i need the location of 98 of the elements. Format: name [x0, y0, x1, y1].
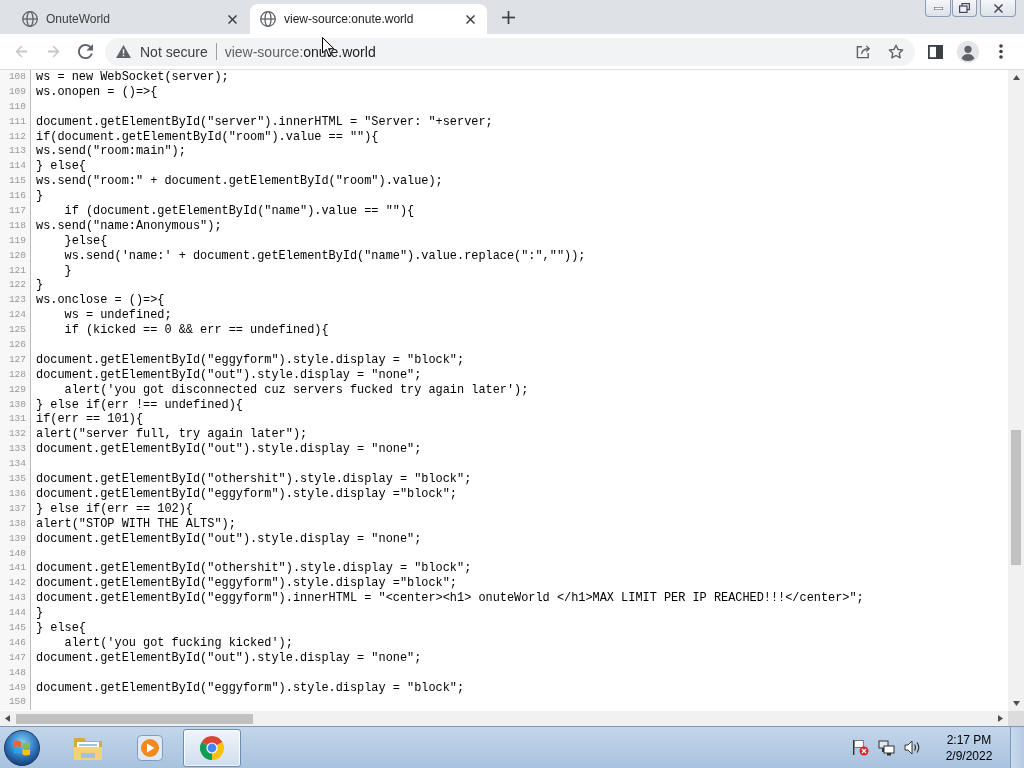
close-icon: [993, 3, 1003, 13]
right-arrow-icon: [998, 715, 1003, 722]
globe-icon: [22, 11, 38, 27]
line-number: 117: [0, 204, 31, 219]
code-line: document.getElementById("othershit").style.display = "block";: [35, 472, 472, 487]
star-icon: [888, 43, 904, 60]
code-line: if (document.getElementById("name").value == ""){: [63, 204, 415, 219]
code-line: }: [63, 263, 72, 279]
code-line: alert('you got fucking kicked');: [63, 635, 293, 651]
code-line: ws.send('name:' + document.getElementById("name").value.replace(":",""));: [63, 248, 586, 264]
code-line: document.getElementById("out").style.display = "none";: [35, 650, 422, 666]
browser-logo-icon: [198, 733, 226, 762]
code-line: ws.send("room:main");: [35, 144, 186, 160]
forward-arrow-icon: [45, 44, 61, 59]
line-number: 143: [0, 591, 31, 607]
share-icon: [855, 44, 871, 59]
start-button[interactable]: [2, 727, 42, 768]
network-icon: [877, 739, 895, 756]
play-icon: [137, 734, 163, 761]
tab[interactable]: OnuteWorld: [12, 4, 249, 34]
code-line: if (kicked == 0 && err == undefined){: [63, 323, 329, 339]
scrollbar-thumb[interactable]: [1011, 430, 1021, 565]
code-line: ws.send("room:" + document.getElementById("room").value);: [35, 174, 443, 190]
reload-icon: [77, 44, 93, 59]
scrollbar-corner: [1008, 711, 1024, 726]
up-arrow-icon: [1012, 75, 1020, 80]
code-line: }: [35, 606, 44, 621]
code-line: document.getElementById("eggyform").style.display = "block";: [35, 352, 465, 368]
close-icon: [465, 14, 475, 24]
left-arrow-icon: [5, 715, 10, 722]
code-line: document.getElementById("eggyform").style.display ="block";: [35, 576, 457, 592]
side-panel-icon: [927, 44, 943, 59]
restore-button[interactable]: [952, 0, 977, 17]
line-number: 125: [0, 323, 31, 339]
line-number: 141: [0, 561, 31, 577]
code-line: alert("server full, try again later");: [35, 427, 308, 443]
code-line: document.getElementById("othershit").style.display = "block";: [35, 561, 472, 577]
vertical-scrollbar[interactable]: [1008, 70, 1024, 711]
line-number: 131: [0, 412, 31, 428]
plus-icon: [501, 10, 515, 24]
clock-button[interactable]: 2:17 PM 2/9/2022: [940, 731, 998, 764]
speaker-icon: [903, 740, 921, 755]
line-number: 122: [0, 278, 31, 294]
code-line: document.getElementById("eggyform").style.display = "block";: [35, 680, 465, 696]
line-number: 116: [0, 189, 31, 204]
close-window-button[interactable]: [980, 0, 1016, 17]
code-line: } else{: [35, 620, 86, 636]
code-line: if(document.getElementById("room").value == ""){: [35, 129, 379, 145]
code-line: ws = undefined;: [63, 308, 172, 324]
line-number: 132: [0, 427, 31, 443]
menu-icon: [999, 44, 1003, 59]
line-number: 113: [0, 144, 31, 160]
code-line: alert('you got disconnected cuz servers fucked try again later');: [63, 382, 529, 398]
line-number: 134: [0, 457, 31, 473]
tab[interactable]: view-source:onute.world: [250, 4, 487, 34]
code-line: document.getElementById("eggyform").innerHTML = "<center><h1> onuteWorld </h1>MAX LIMIT PER IP REACHED!!!</center>";: [35, 591, 864, 607]
close-icon: [227, 14, 237, 24]
site-info-button[interactable]: Not secure: [116, 43, 208, 60]
code-line: ws.onclose = ()=>{: [35, 293, 165, 309]
line-number: 133: [0, 442, 31, 458]
flag-alert-icon: [851, 739, 869, 756]
scrollbar-thumb[interactable]: [16, 713, 253, 724]
code-line: document.getElementById("out").style.display = "none";: [35, 367, 422, 383]
avatar-icon: [957, 40, 979, 63]
code-line: ws = new WebSocket(server);: [35, 70, 229, 85]
taskbar-button[interactable]: [183, 728, 241, 767]
line-number: 123: [0, 293, 31, 309]
code-line: ws.send("name:Anonymous");: [35, 218, 222, 234]
globe-icon: [260, 11, 276, 27]
code-line: } else if(err !== undefined){: [35, 397, 243, 413]
code-line: if(err == 101){: [35, 412, 144, 428]
line-number: 114: [0, 159, 31, 175]
code-line: }: [35, 278, 44, 294]
minimize-icon: [933, 6, 943, 10]
code-line: document.getElementById("server").innerHTML = "Server: "+server;: [35, 114, 493, 130]
restore-icon: [959, 3, 970, 13]
code-line: }else{: [63, 233, 108, 249]
line-number: 135: [0, 472, 31, 487]
flag-logo-icon: [4, 729, 40, 766]
code-line: document.getElementById("out").style.display = "none";: [35, 442, 422, 458]
code-line: document.getElementById("out").style.display = "none";: [35, 531, 422, 547]
line-number: 124: [0, 308, 31, 324]
line-number: 142: [0, 576, 31, 592]
code-line: } else{: [35, 159, 86, 175]
code-line: } else if(err == 102){: [35, 501, 193, 517]
line-number: 144: [0, 606, 31, 621]
code-line: document.getElementById("eggyform").style.display ="block";: [35, 486, 457, 502]
down-arrow-icon: [1012, 701, 1020, 706]
code-line: }: [35, 189, 44, 204]
line-number: 150: [0, 695, 31, 711]
back-arrow-icon: [13, 44, 29, 59]
line-number: 126: [0, 338, 31, 353]
code-line: ws.onopen = ()=>{: [35, 84, 158, 100]
line-number: 115: [0, 174, 31, 190]
profile-button[interactable]: [955, 38, 981, 65]
code-line: alert("STOP WITH THE ALTS");: [35, 516, 236, 532]
line-number: 108: [0, 70, 31, 85]
warning-icon: [116, 45, 131, 58]
